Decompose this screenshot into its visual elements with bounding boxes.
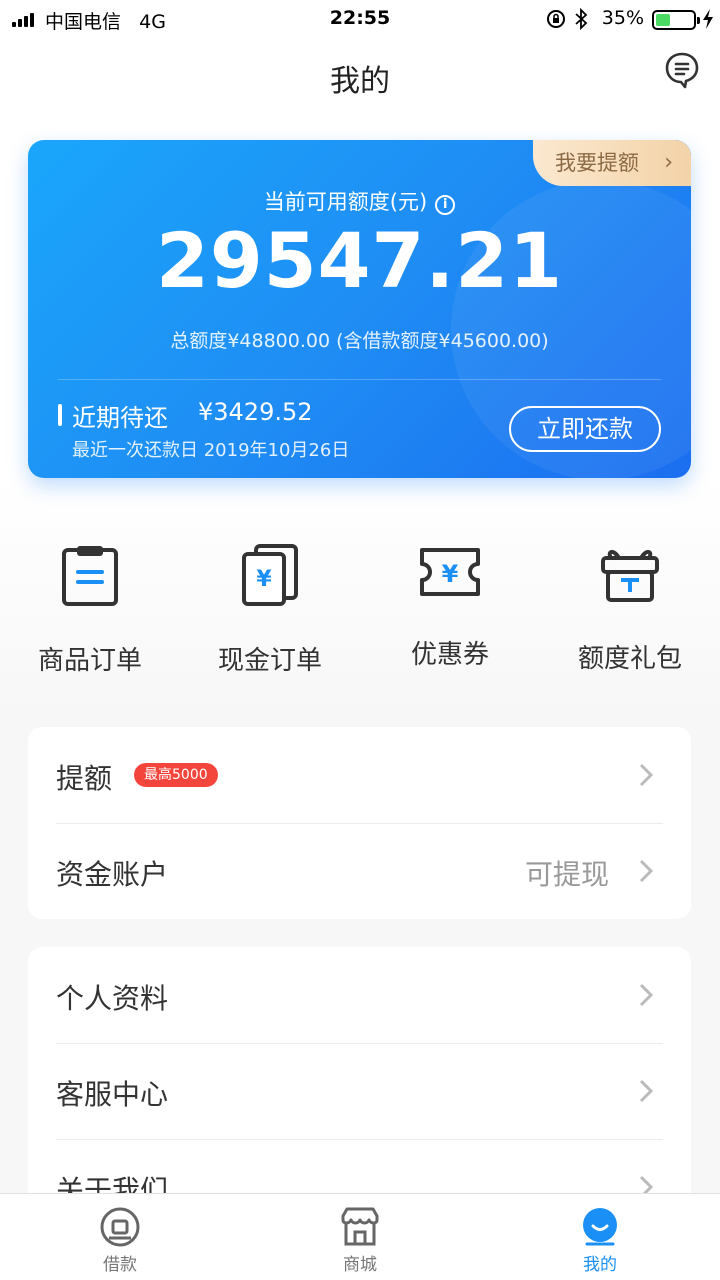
tab-label: 商城 [343,1255,377,1275]
menu-label: 资金账户 [56,858,169,891]
message-icon[interactable] [664,51,700,89]
tab-label: 借款 [103,1255,137,1275]
profile-icon [583,1208,617,1246]
svg-text:¥: ¥ [256,567,272,592]
repay-button[interactable]: 立即还款 [509,406,661,452]
tab-label: 我的 [583,1255,617,1275]
battery-icon [652,10,700,30]
raise-limit-tag[interactable]: 我要提额 › [533,140,691,186]
rotation-lock-icon [547,10,565,28]
quick-entry-label: 现金订单 [217,646,322,676]
coupon-icon: ¥ [420,548,480,596]
menu-value: 可提现 [524,858,609,891]
menu-label: 提额 [56,762,113,795]
cash-order-icon: ¥ [242,544,298,606]
quick-entry-product-orders[interactable]: 商品订单 [0,544,180,676]
quick-entry-cash-orders[interactable]: ¥ 现金订单 [180,544,360,676]
menu-label: 个人资料 [56,982,169,1015]
chevron-right-icon [639,1079,653,1103]
menu-label: 客服中心 [56,1078,169,1111]
credit-card: 我要提额 › 当前可用额度(元) i 29547.21 总额度¥48800.00 … [28,140,691,478]
menu-row-raise-limit[interactable]: 提额 最高5000 [28,727,691,823]
available-amount: 29547.21 [155,216,564,305]
menu-row-profile[interactable]: 个人资料 [28,947,691,1043]
charging-icon [703,9,713,29]
available-limit-label: 当前可用额度(元) i [28,186,691,216]
bluetooth-icon [575,8,588,30]
quick-entry-coupons[interactable]: ¥ 优惠券 [360,544,540,674]
info-icon[interactable]: i [435,195,456,215]
due-date: 最近一次还款日 2019年10月26日 [72,440,350,461]
raise-limit-label: 我要提额 [555,151,639,175]
chevron-right-icon: › [664,150,673,175]
quick-entry-limit-gift[interactable]: 额度礼包 [540,544,720,674]
total-quota: 总额度¥48800.00 (含借款额度¥45600.00) [170,330,549,352]
status-bar: 中国电信 4G 22:55 35% [0,0,720,38]
tab-bar: 借款 商城 我的 [0,1193,720,1280]
due-indicator [58,404,62,426]
clipboard-icon [62,546,118,606]
store-icon [341,1207,379,1246]
tab-profile[interactable]: 我的 [480,1194,720,1280]
chevron-right-icon [639,983,653,1007]
battery-percent: 35% [601,7,644,29]
due-label: 近期待还 [72,404,168,432]
loan-icon [100,1207,140,1247]
quick-entry-label: 优惠券 [410,640,489,670]
gift-icon [601,550,659,602]
card-divider [58,379,661,380]
chevron-right-icon [639,859,653,883]
tab-loan[interactable]: 借款 [0,1194,240,1280]
limit-badge: 最高5000 [134,763,218,787]
quick-entry-label: 额度礼包 [577,644,682,674]
menu-group-1: 提额 最高5000 资金账户 可提现 [28,727,691,919]
page-title: 我的 [330,64,390,99]
svg-text:¥: ¥ [442,560,459,588]
nav-header: 我的 [0,38,720,118]
due-amount: ¥3429.52 [198,398,313,426]
quick-entry-label: 商品订单 [37,646,142,676]
screen: 中国电信 4G 22:55 35% 我的 我要提额 › 当前可用额度(元) i … [0,0,720,1280]
tab-store[interactable]: 商城 [240,1194,480,1280]
menu-row-customer-service[interactable]: 客服中心 [28,1043,691,1139]
menu-row-fund-account[interactable]: 资金账户 可提现 [28,823,691,919]
chevron-right-icon [639,763,653,787]
